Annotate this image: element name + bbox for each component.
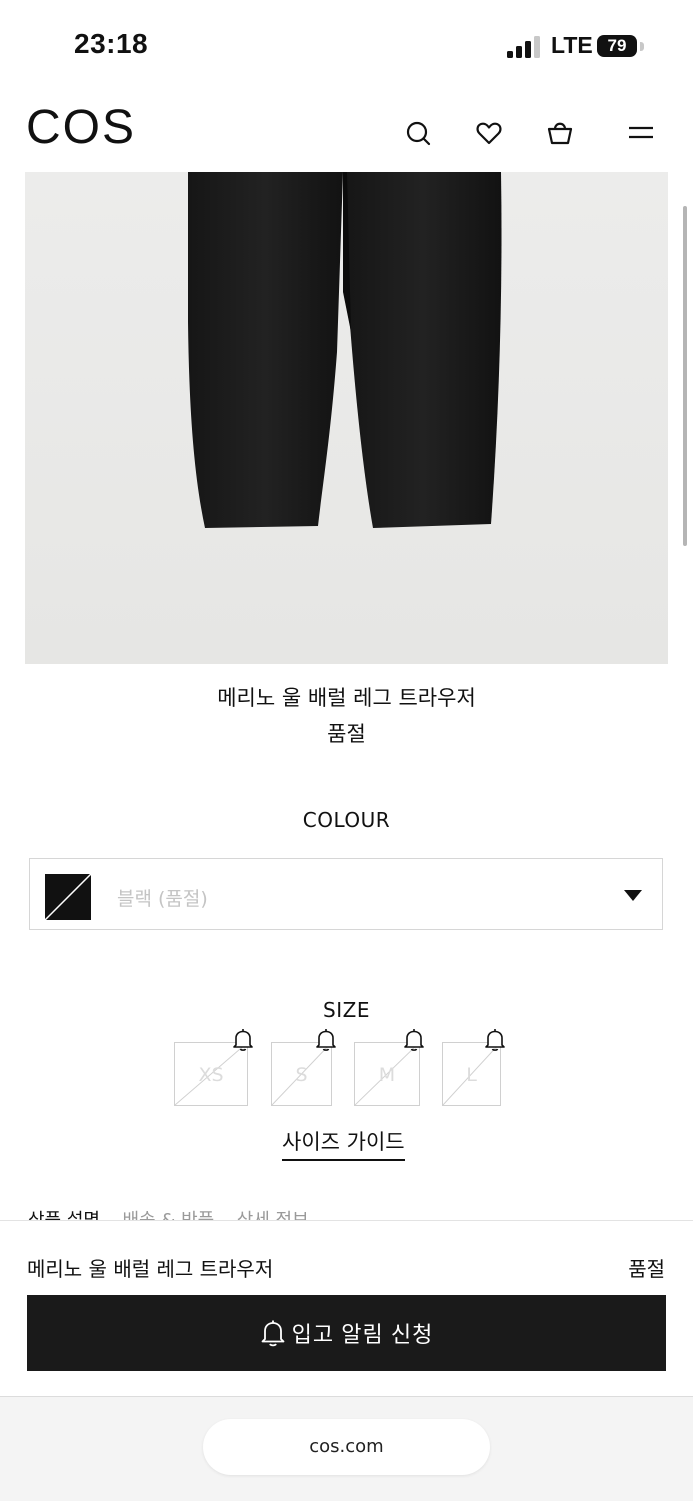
bell-icon [233,1029,253,1051]
sticky-product-name: 메리노 울 배럴 레그 트라우저 [27,1257,274,1281]
size-option-label: S [295,1064,308,1086]
colour-selected-value: 블랙 (품절) [117,888,208,910]
bell-icon [404,1029,424,1051]
colour-swatch [45,874,91,920]
restock-notify-label: 입고 알림 신청 [291,1322,434,1347]
sticky-purchase-bar: 메리노 울 배럴 레그 트라우저 품절 입고 알림 신청 [0,1220,693,1397]
chevron-down-icon [624,890,642,901]
bell-icon [485,1029,505,1051]
colour-dropdown[interactable]: 블랙 (품절) [29,858,663,930]
battery-cap-icon [640,42,644,51]
brand-logo[interactable]: COS [26,100,136,155]
battery-indicator: 79 [597,35,637,57]
trouser-illustration [188,172,502,528]
bell-icon [316,1029,336,1051]
bag-icon[interactable] [545,118,575,148]
restock-notify-button[interactable]: 입고 알림 신청 [27,1295,666,1371]
browser-toolbar: cos.com [0,1396,693,1501]
colour-label: COLOUR [302,808,391,832]
network-type: LTE [551,32,593,58]
availability-status: 품절 [327,722,366,746]
heart-icon[interactable] [474,118,504,148]
size-option-label: L [466,1064,477,1086]
url-bar[interactable]: cos.com [203,1419,490,1475]
bell-icon [261,1320,285,1347]
search-icon[interactable] [403,118,433,148]
size-option-label: XS [198,1064,224,1086]
size-label: SIZE [323,998,370,1022]
size-guide-link[interactable]: 사이즈 가이드 [282,1126,405,1161]
product-image[interactable] [25,172,668,664]
product-title: 메리노 울 배럴 레그 트라우저 [217,686,476,710]
cellular-signal-icon [507,36,540,58]
sticky-availability: 품절 [628,1257,665,1281]
status-time: 23:18 [74,28,149,59]
size-option-label: M [378,1064,396,1086]
menu-icon[interactable] [626,118,656,148]
page-scrollbar[interactable] [683,206,687,546]
